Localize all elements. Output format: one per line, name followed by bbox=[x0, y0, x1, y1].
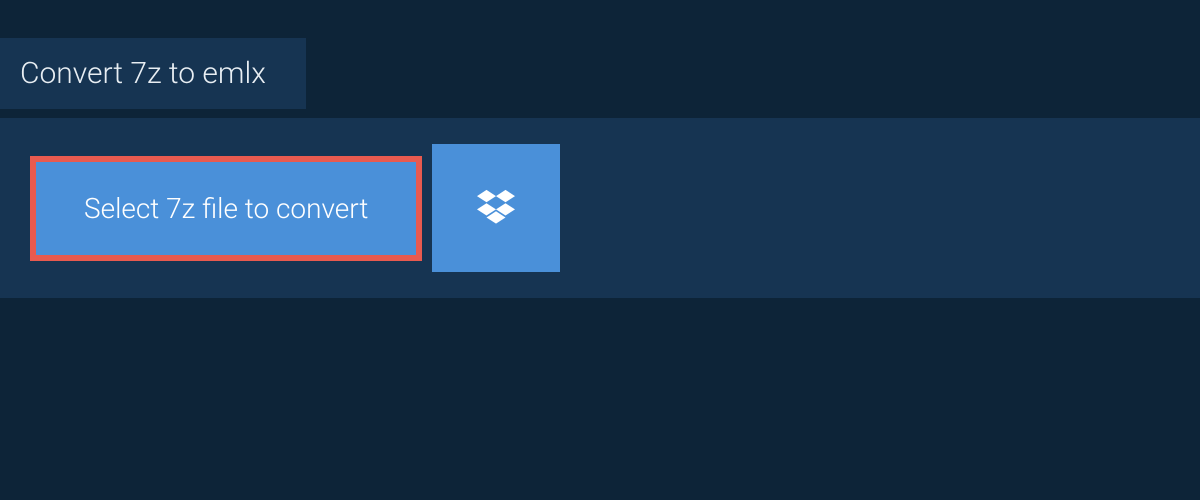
select-file-label: Select 7z file to convert bbox=[84, 192, 368, 225]
upload-panel: Select 7z file to convert bbox=[0, 118, 1200, 298]
select-file-button[interactable]: Select 7z file to convert bbox=[30, 156, 422, 261]
tab-label: Convert 7z to emlx bbox=[20, 56, 266, 91]
tab-convert[interactable]: Convert 7z to emlx bbox=[0, 38, 306, 109]
dropbox-icon bbox=[477, 189, 515, 228]
dropbox-button[interactable] bbox=[432, 144, 560, 272]
